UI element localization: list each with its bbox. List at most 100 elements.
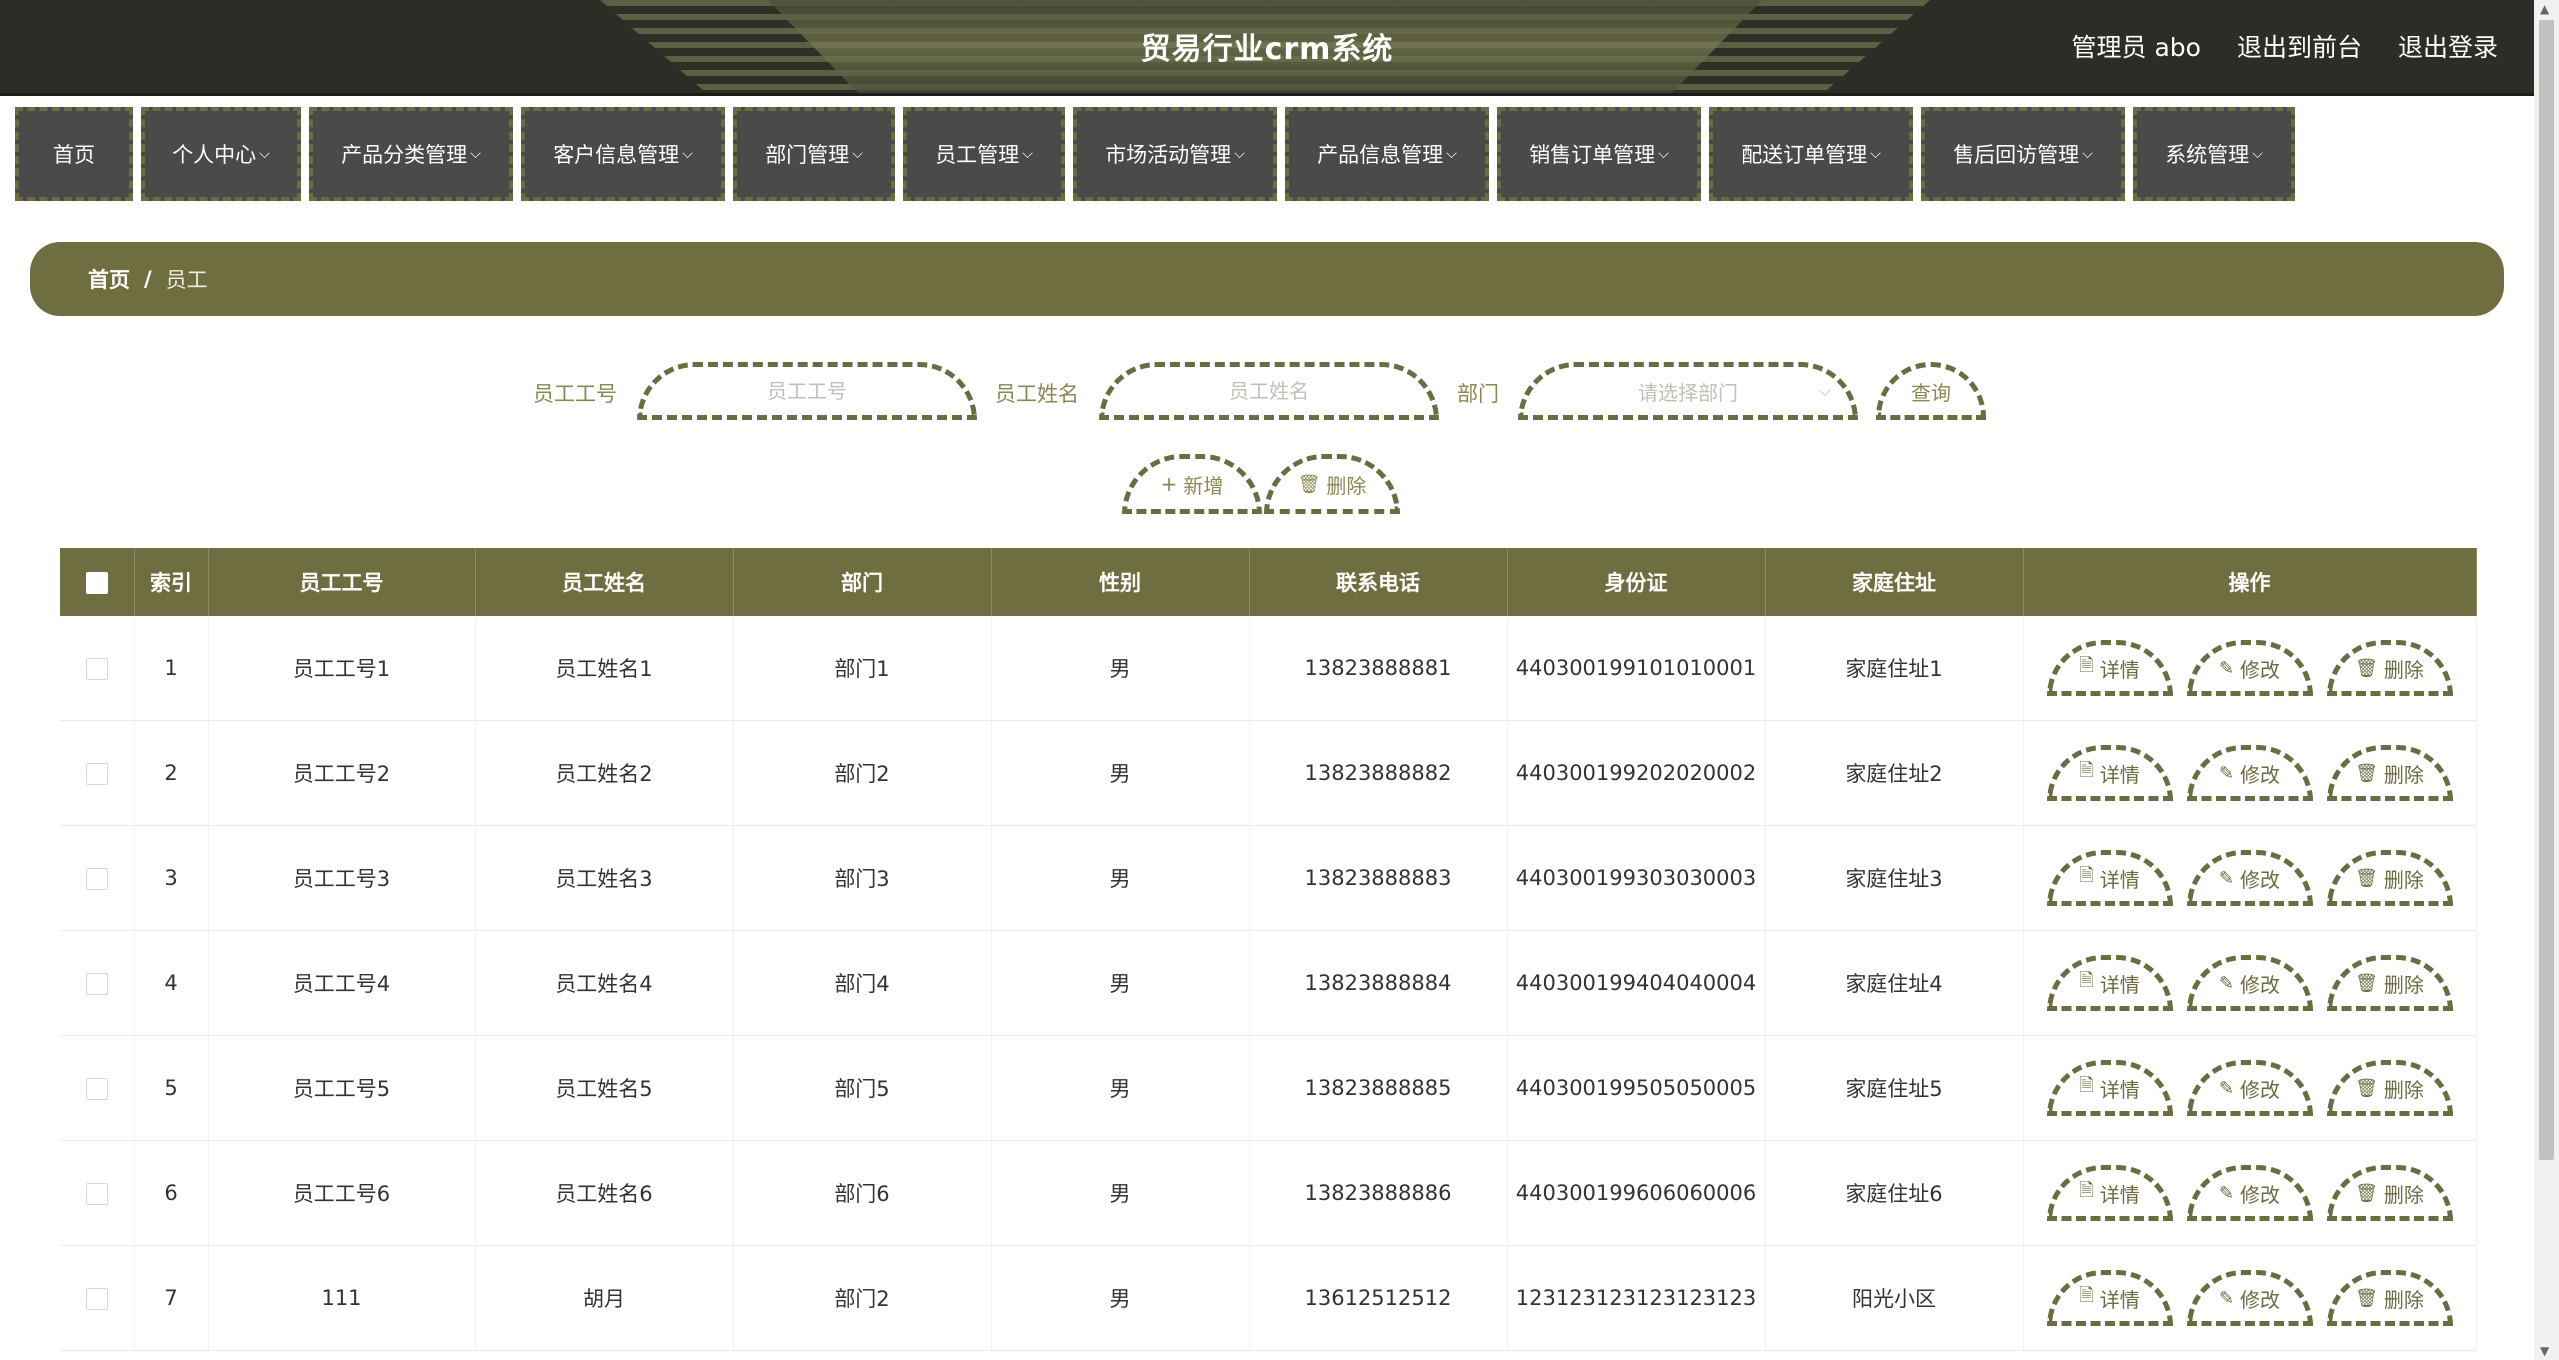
column-header-0: 索引: [134, 548, 209, 616]
nav-item-7[interactable]: 产品信息管理 ⌵: [1285, 107, 1489, 201]
column-header-4: 性别: [991, 548, 1250, 616]
column-header-2: 员工姓名: [475, 548, 734, 616]
row-actions: 🗎 详情 ✎ 修改 🗑 删除: [2025, 745, 2475, 801]
batch-delete-button[interactable]: 🗑 删除: [1264, 454, 1400, 514]
row-checkbox[interactable]: [85, 1183, 108, 1205]
row-select-cell: [60, 1245, 135, 1351]
table-row: 3 员工工号3 员工姓名3 部门3 男 13823888883 44030019930303…: [60, 825, 2477, 931]
select-all-checkbox[interactable]: [85, 572, 108, 594]
detail-button-label: 详情: [2099, 1182, 2140, 1207]
document-icon: 🗎: [2079, 655, 2094, 676]
detail-button[interactable]: 🗎 详情: [2046, 640, 2173, 696]
add-button[interactable]: + 新增: [1122, 454, 1262, 514]
chevron-down-icon: ⌵: [1022, 146, 1033, 162]
edit-button[interactable]: ✎ 修改: [2186, 640, 2313, 696]
logout-link[interactable]: 退出登录: [2398, 28, 2498, 64]
table-cell: 男: [991, 1035, 1250, 1141]
employee-name-input[interactable]: [1135, 378, 1403, 404]
nav-item-11[interactable]: 系统管理 ⌵: [2133, 107, 2295, 201]
admin-user[interactable]: 管理员 abo: [2072, 28, 2201, 64]
row-actions-cell: 🗎 详情 ✎ 修改 🗑 删除: [2023, 720, 2477, 826]
delete-button[interactable]: 🗑 删除: [2326, 1270, 2453, 1326]
employee-no-label: 员工工号: [533, 382, 617, 406]
table-cell: 家庭住址5: [1765, 1035, 2024, 1141]
detail-button-label: 详情: [2099, 972, 2140, 997]
employee-no-input[interactable]: [673, 378, 941, 404]
edit-button[interactable]: ✎ 修改: [2186, 850, 2313, 906]
exit-to-front-link[interactable]: 退出到前台: [2237, 28, 2362, 64]
nav-item-5[interactable]: 员工管理 ⌵: [903, 107, 1065, 201]
column-header-8: 操作: [2023, 548, 2477, 616]
page-scrollbar[interactable]: ▲ ▼: [2534, 0, 2559, 1360]
row-actions-cell: 🗎 详情 ✎ 修改 🗑 删除: [2023, 1245, 2477, 1351]
delete-button[interactable]: 🗑 删除: [2326, 745, 2453, 801]
detail-button[interactable]: 🗎 详情: [2046, 850, 2173, 906]
pencil-icon: ✎: [2218, 1287, 2235, 1309]
document-icon: 🗎: [2079, 865, 2094, 886]
row-select-cell: [60, 1140, 135, 1246]
row-actions-cell: 🗎 详情 ✎ 修改 🗑 删除: [2023, 616, 2477, 721]
table-cell: 部门4: [733, 930, 992, 1036]
detail-button-label: 详情: [2099, 867, 2140, 892]
row-checkbox[interactable]: [85, 658, 108, 680]
nav-item-1[interactable]: 个人中心 ⌵: [141, 107, 301, 201]
nav-item-10[interactable]: 售后回访管理 ⌵: [1921, 107, 2125, 201]
delete-button[interactable]: 🗑 删除: [2326, 1165, 2453, 1221]
row-checkbox[interactable]: [85, 868, 108, 890]
table-cell: 员工工号1: [208, 616, 476, 721]
detail-button[interactable]: 🗎 详情: [2046, 1165, 2173, 1221]
table-cell: 员工姓名5: [475, 1035, 734, 1141]
scroll-up-icon[interactable]: ▲: [2540, 2, 2549, 16]
nav-item-3[interactable]: 客户信息管理 ⌵: [521, 107, 725, 201]
row-checkbox[interactable]: [85, 763, 108, 785]
nav-item-9[interactable]: 配送订单管理 ⌵: [1709, 107, 1913, 201]
employee-name-field[interactable]: [1099, 362, 1439, 420]
table-cell: 男: [991, 1140, 1250, 1246]
delete-button[interactable]: 🗑 删除: [2326, 850, 2453, 906]
table-cell: 2: [134, 720, 209, 826]
nav-item-label: 首页: [53, 143, 95, 167]
select-all-cell: [60, 548, 135, 616]
trash-icon: 🗑: [2355, 972, 2378, 994]
chevron-down-icon: ⌵: [1870, 146, 1881, 162]
detail-button[interactable]: 🗎 详情: [2046, 1270, 2173, 1326]
table-cell: 13823888881: [1249, 616, 1508, 721]
table-cell: 员工工号3: [208, 825, 476, 931]
row-checkbox[interactable]: [85, 1288, 108, 1310]
trash-icon: 🗑: [2355, 1287, 2378, 1309]
edit-button[interactable]: ✎ 修改: [2186, 745, 2313, 801]
scroll-down-icon[interactable]: ▼: [2540, 1344, 2549, 1358]
delete-button-label: 删除: [2383, 1287, 2424, 1312]
breadcrumb-home[interactable]: 首页: [88, 264, 130, 294]
table-cell: 男: [991, 616, 1250, 721]
row-actions-cell: 🗎 详情 ✎ 修改 🗑 删除: [2023, 825, 2477, 931]
nav-item-0[interactable]: 首页: [15, 107, 133, 201]
nav-item-6[interactable]: 市场活动管理 ⌵: [1073, 107, 1277, 201]
detail-button[interactable]: 🗎 详情: [2046, 745, 2173, 801]
nav-item-4[interactable]: 部门管理 ⌵: [733, 107, 895, 201]
row-actions: 🗎 详情 ✎ 修改 🗑 删除: [2025, 640, 2475, 696]
nav-item-8[interactable]: 销售订单管理 ⌵: [1497, 107, 1701, 201]
nav-item-2[interactable]: 产品分类管理 ⌵: [309, 107, 513, 201]
employee-no-field[interactable]: [637, 362, 977, 420]
edit-button[interactable]: ✎ 修改: [2186, 1060, 2313, 1116]
table-row: 4 员工工号4 员工姓名4 部门4 男 13823888884 44030019940404…: [60, 930, 2477, 1036]
edit-button[interactable]: ✎ 修改: [2186, 955, 2313, 1011]
detail-button[interactable]: 🗎 详情: [2046, 955, 2173, 1011]
edit-button[interactable]: ✎ 修改: [2186, 1165, 2313, 1221]
department-select[interactable]: 请选择部门 ⌵: [1518, 362, 1858, 420]
row-checkbox[interactable]: [85, 1078, 108, 1100]
row-checkbox[interactable]: [85, 973, 108, 995]
table-cell: 员工工号4: [208, 930, 476, 1036]
column-header-7: 家庭住址: [1765, 548, 2024, 616]
query-button[interactable]: 查询: [1876, 362, 1986, 420]
table-header-row: 索引 员工工号 员工姓名 部门 性别 联系电话 身份证 家庭住址 操作: [60, 548, 2477, 616]
delete-button[interactable]: 🗑 删除: [2326, 640, 2453, 696]
scrollbar-thumb[interactable]: [2539, 20, 2554, 1160]
delete-button[interactable]: 🗑 删除: [2326, 1060, 2453, 1116]
table-cell: 13823888882: [1249, 720, 1508, 826]
table-cell: 男: [991, 1245, 1250, 1351]
detail-button[interactable]: 🗎 详情: [2046, 1060, 2173, 1116]
edit-button[interactable]: ✎ 修改: [2186, 1270, 2313, 1326]
delete-button[interactable]: 🗑 删除: [2326, 955, 2453, 1011]
